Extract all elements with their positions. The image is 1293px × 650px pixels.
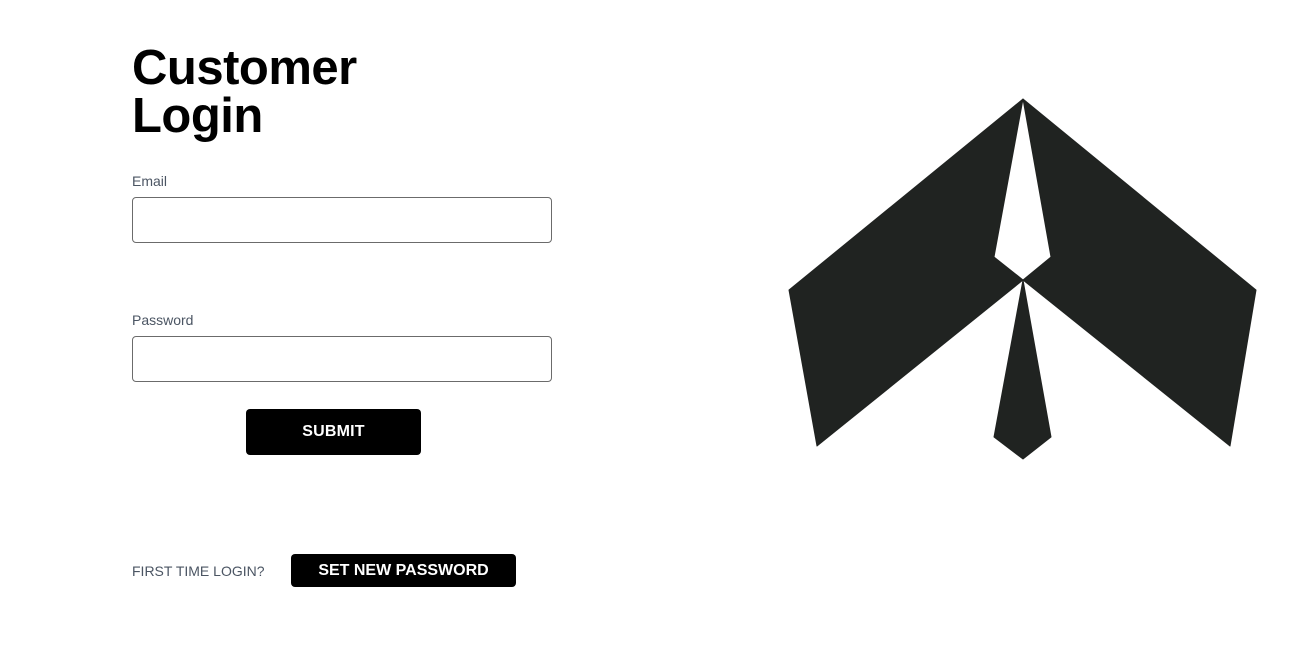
email-label: Email: [132, 173, 168, 189]
brand-logo-icon: [780, 90, 1270, 475]
page-title-line-1: Customer: [132, 41, 357, 95]
set-new-password-button[interactable]: SET NEW PASSWORD: [291, 554, 516, 587]
email-field[interactable]: [132, 197, 552, 243]
password-label: Password: [132, 312, 194, 328]
login-page: Customer Login Email Password SUBMIT FIR…: [0, 0, 1293, 650]
first-time-login-text: FIRST TIME LOGIN?: [132, 563, 265, 579]
page-title: Customer Login: [132, 41, 357, 143]
password-field[interactable]: [132, 336, 552, 382]
page-title-line-2: Login: [132, 89, 263, 143]
submit-button[interactable]: SUBMIT: [246, 409, 421, 455]
